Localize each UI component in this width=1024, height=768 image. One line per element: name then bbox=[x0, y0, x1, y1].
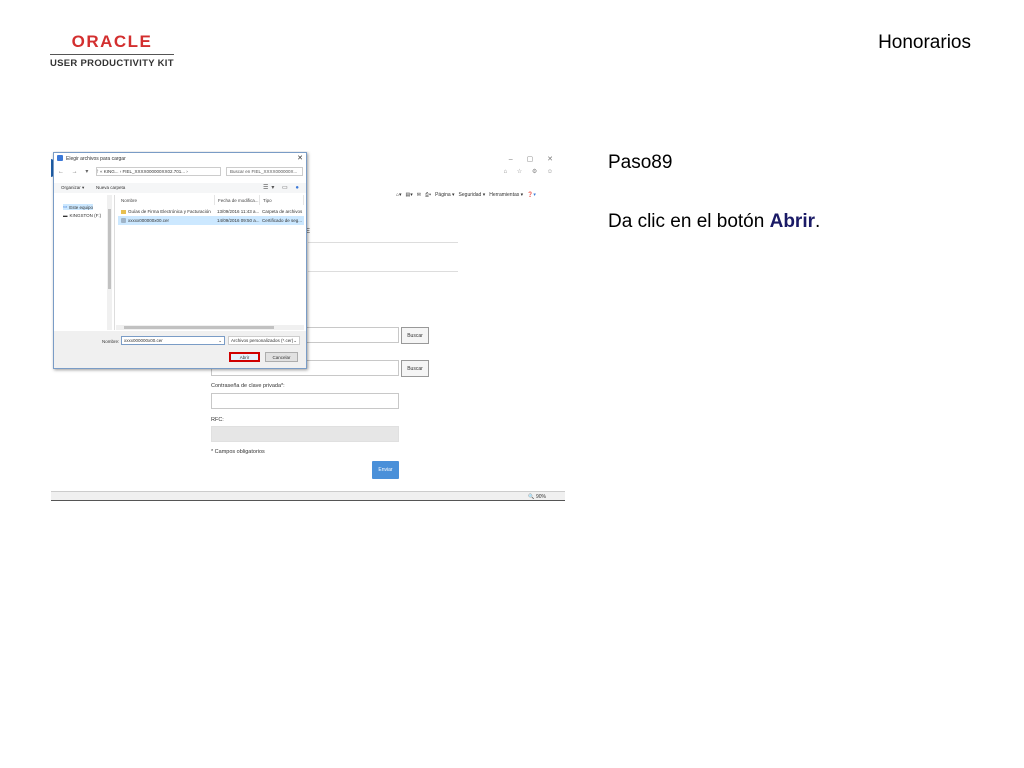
organize-menu[interactable]: Organizar ▾ bbox=[61, 185, 84, 191]
help-icon[interactable]: ● bbox=[295, 185, 302, 191]
tree-item-este-equipo[interactable]: ▭ Este equipo bbox=[63, 204, 94, 210]
chevron-down-icon[interactable]: ⌄ bbox=[293, 338, 297, 344]
instruction-period: . bbox=[815, 211, 821, 232]
screenshot-frame: – ▢ ✕ ⌂ ☆ ⚙ ☺ ⌂▾ ▤▾ ✉ ⎙▾ Página ▾ Seguri… bbox=[51, 151, 565, 501]
password-label: Contraseña de clave privada*: bbox=[211, 383, 285, 389]
file-type-filter[interactable]: Archivos personalizados (*.cer) ⌄ bbox=[228, 336, 300, 345]
file-name-cell: Guías de Firma Electrónica y Facturación bbox=[121, 209, 215, 214]
enviar-button[interactable]: Enviar bbox=[372, 461, 399, 479]
print-icon[interactable]: ⎙▾ bbox=[425, 192, 431, 198]
drive-icon: ▬ bbox=[63, 213, 68, 218]
dialog-title: Elegir archivos para cargar bbox=[66, 156, 126, 162]
menu-seguridad[interactable]: Seguridad ▾ bbox=[459, 192, 486, 198]
new-folder-button[interactable]: Nueva carpeta bbox=[96, 185, 125, 190]
password-input[interactable] bbox=[211, 393, 399, 409]
taskbar-strip bbox=[51, 500, 565, 501]
oracle-upk-logo: ORACLE USER PRODUCTIVITY KIT bbox=[50, 33, 174, 69]
tree-item-label: Este equipo bbox=[69, 204, 94, 210]
file-date: 13/09/2016 11:43 a... bbox=[217, 209, 260, 214]
dialog-navbar: ← → ▾ ↑ « KING... › FIEL_XXXX000000XX02.… bbox=[54, 166, 306, 178]
filter-value: Archivos personalizados (*.cer) bbox=[231, 338, 294, 343]
home-icon[interactable]: ⌂▾ bbox=[396, 192, 402, 198]
dialog-titlebar: Elegir archivos para cargar ✕ bbox=[54, 153, 306, 164]
buscar-key-button[interactable]: Buscar bbox=[401, 360, 429, 377]
abrir-button[interactable]: Abrir bbox=[229, 352, 260, 362]
computer-icon: ▭ bbox=[63, 204, 68, 209]
dialog-app-icon bbox=[57, 155, 63, 161]
required-note: * Campos obligatorios bbox=[211, 449, 265, 455]
address-path[interactable]: « KING... › FIEL_XXXX000000XX02.701... › bbox=[96, 167, 221, 176]
help-icon[interactable]: ❓▾ bbox=[527, 192, 536, 198]
file-name: xxxxx000000x00.cer bbox=[128, 218, 170, 223]
filename-input[interactable]: xxxx000000x00.cer ⌄ bbox=[121, 336, 225, 345]
dialog-command-bar: Organizar ▾ Nueva carpeta ☰▾ ▭ ● bbox=[54, 183, 306, 193]
page-title: Honorarios bbox=[878, 32, 971, 53]
column-tipo[interactable]: Tipo bbox=[260, 195, 304, 205]
divider bbox=[308, 242, 458, 243]
folder-icon bbox=[121, 209, 126, 214]
file-row-folder[interactable]: Guías de Firma Electrónica y Facturación… bbox=[118, 207, 304, 216]
mail-icon[interactable]: ✉ bbox=[417, 192, 421, 198]
instruction-text: Da clic en el botón bbox=[608, 211, 770, 232]
divider bbox=[308, 271, 458, 272]
file-date: 14/09/2016 09:50 a... bbox=[217, 218, 260, 223]
scroll-thumb[interactable] bbox=[108, 209, 111, 289]
filename-label: Nombre: bbox=[102, 339, 120, 344]
file-type: Certificado de seg... bbox=[262, 218, 303, 223]
tree-item-label: KINGSTON (F:) bbox=[69, 213, 102, 218]
file-name-cell: xxxxx000000x00.cer bbox=[121, 218, 215, 224]
filename-value: xxxx000000x00.cer bbox=[124, 338, 163, 343]
buscar-certificate-button[interactable]: Buscar bbox=[401, 327, 429, 344]
file-name: Guías de Firma Electrónica y Facturación bbox=[128, 209, 211, 214]
tree-item-kingston[interactable]: ▬ KINGSTON (F:) bbox=[63, 213, 101, 218]
close-icon[interactable]: ✕ bbox=[297, 154, 303, 162]
window-controls[interactable]: – ▢ ✕ bbox=[509, 155, 559, 163]
step-instruction: Da clic en el botón Abrir. bbox=[608, 211, 820, 233]
oracle-logo: ORACLE bbox=[71, 32, 153, 51]
column-fecha[interactable]: Fecha de modifica... bbox=[215, 195, 260, 205]
status-bar: 🔍 90% bbox=[51, 491, 565, 501]
menu-pagina[interactable]: Página ▾ bbox=[435, 192, 454, 198]
dialog-search-input[interactable]: Buscar en FIEL_XXXX000000X... bbox=[226, 167, 303, 176]
ie-command-bar: ⌂▾ ▤▾ ✉ ⎙▾ Página ▾ Seguridad ▾ Herramie… bbox=[396, 190, 564, 199]
rfc-input bbox=[211, 426, 399, 442]
dialog-footer: Nombre: xxxx000000x00.cer ⌄ Archivos per… bbox=[54, 331, 306, 368]
instruction-button-name: Abrir bbox=[769, 211, 815, 232]
file-chooser-dialog: Elegir archivos para cargar ✕ ← → ▾ ↑ « … bbox=[53, 152, 307, 369]
rfc-label: RFC: bbox=[211, 417, 224, 423]
browser-toolbar-icons[interactable]: ⌂ ☆ ⚙ ☺ bbox=[503, 168, 557, 175]
horizontal-scrollbar[interactable] bbox=[116, 325, 304, 330]
path-text: « KING... › FIEL_XXXX000000XX02.701... › bbox=[100, 169, 188, 174]
chevron-down-icon[interactable]: ⌄ bbox=[218, 338, 222, 344]
cancelar-button[interactable]: Cancelar bbox=[265, 352, 298, 362]
search-placeholder: Buscar en FIEL_XXXX000000X... bbox=[230, 169, 298, 174]
feeds-icon[interactable]: ▤▾ bbox=[406, 192, 413, 198]
file-row-certificate[interactable]: xxxxx000000x00.cer 14/09/2016 09:50 a...… bbox=[118, 216, 304, 225]
navigation-pane: ▭ Este equipo ▬ KINGSTON (F:) bbox=[54, 195, 115, 330]
upk-logo-text: USER PRODUCTIVITY KIT bbox=[50, 58, 174, 69]
logo-divider bbox=[50, 54, 174, 55]
tree-scrollbar[interactable] bbox=[107, 195, 112, 330]
file-list: Nombre Fecha de modifica... Tipo Guías d… bbox=[116, 195, 304, 325]
certificate-icon bbox=[121, 218, 126, 224]
scroll-thumb[interactable] bbox=[124, 326, 274, 329]
column-nombre[interactable]: Nombre bbox=[118, 195, 215, 205]
step-title: Paso89 bbox=[608, 152, 673, 173]
view-options-icons[interactable]: ☰▾ ▭ ● bbox=[263, 184, 302, 191]
menu-herramientas[interactable]: Herramientas ▾ bbox=[489, 192, 523, 198]
file-type: Carpeta de archivos bbox=[262, 209, 303, 214]
